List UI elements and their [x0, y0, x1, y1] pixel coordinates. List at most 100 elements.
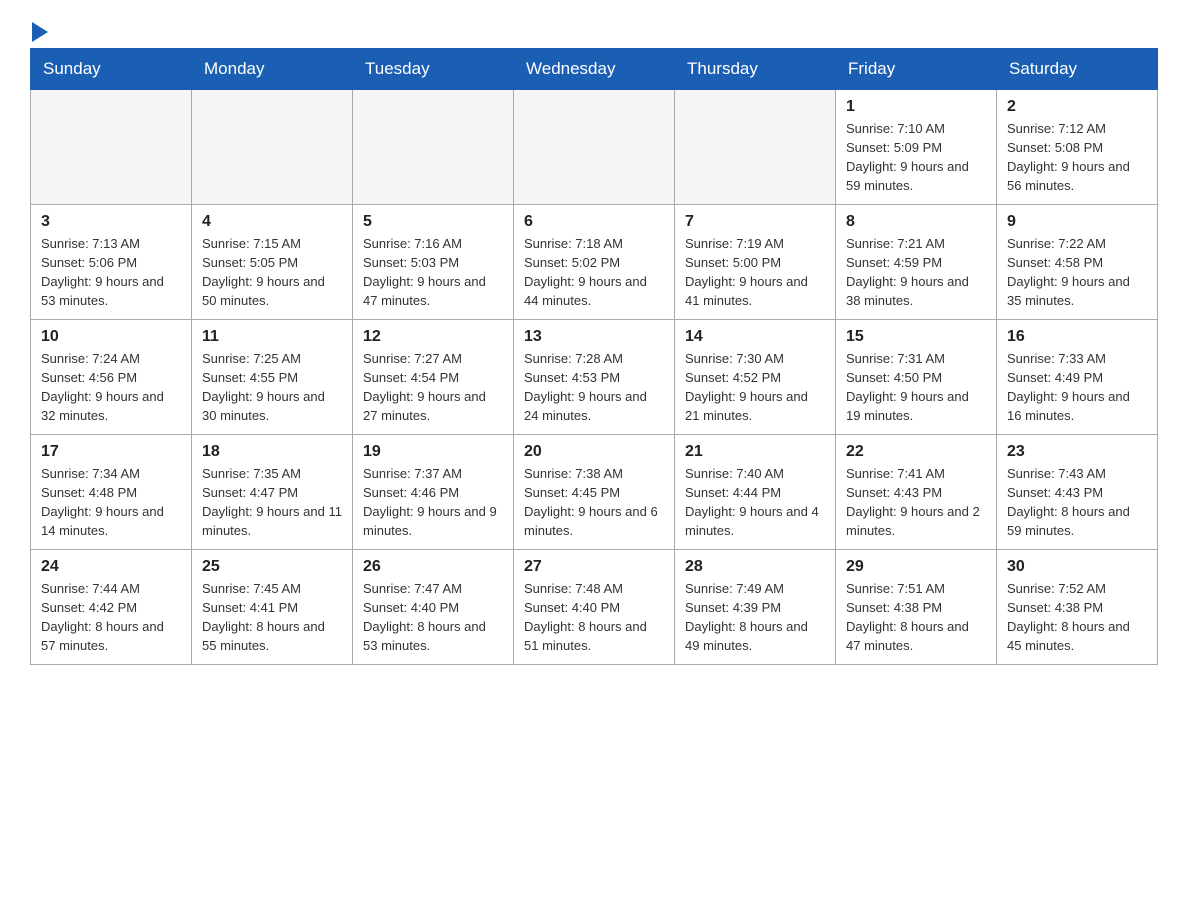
- day-info: Sunrise: 7:45 AM Sunset: 4:41 PM Dayligh…: [202, 580, 342, 655]
- calendar-day-cell: 14 Sunrise: 7:30 AM Sunset: 4:52 PM Dayli…: [675, 320, 836, 435]
- day-number: 9: [1007, 213, 1147, 231]
- calendar-table: SundayMondayTuesdayWednesdayThursdayFrid…: [30, 48, 1158, 665]
- calendar-day-cell: 19 Sunrise: 7:37 AM Sunset: 4:46 PM Dayli…: [353, 435, 514, 550]
- day-info: Sunrise: 7:22 AM Sunset: 4:58 PM Dayligh…: [1007, 235, 1147, 310]
- day-number: 12: [363, 328, 503, 346]
- day-info: Sunrise: 7:19 AM Sunset: 5:00 PM Dayligh…: [685, 235, 825, 310]
- calendar-day-cell: 25 Sunrise: 7:45 AM Sunset: 4:41 PM Dayli…: [192, 550, 353, 665]
- calendar-day-cell: 28 Sunrise: 7:49 AM Sunset: 4:39 PM Dayli…: [675, 550, 836, 665]
- calendar-day-cell: 24 Sunrise: 7:44 AM Sunset: 4:42 PM Dayli…: [31, 550, 192, 665]
- day-info: Sunrise: 7:41 AM Sunset: 4:43 PM Dayligh…: [846, 465, 986, 540]
- day-info: Sunrise: 7:37 AM Sunset: 4:46 PM Dayligh…: [363, 465, 503, 540]
- day-info: Sunrise: 7:40 AM Sunset: 4:44 PM Dayligh…: [685, 465, 825, 540]
- calendar-day-cell: 23 Sunrise: 7:43 AM Sunset: 4:43 PM Dayli…: [997, 435, 1158, 550]
- calendar-day-cell: 27Sunrise: 7:48 AM Sunset: 4:40 PM Dayli…: [514, 550, 675, 665]
- logo: [30, 20, 56, 38]
- day-info: Sunrise: 7:30 AM Sunset: 4:52 PM Dayligh…: [685, 350, 825, 425]
- day-info: Sunrise: 7:52 AM Sunset: 4:38 PM Dayligh…: [1007, 580, 1147, 655]
- calendar-week-row: 24 Sunrise: 7:44 AM Sunset: 4:42 PM Dayli…: [31, 550, 1158, 665]
- day-number: 15: [846, 328, 986, 346]
- day-number: 30: [1007, 558, 1147, 576]
- day-number: 11: [202, 328, 342, 346]
- day-info: Sunrise: 7:28 AM Sunset: 4:53 PM Dayligh…: [524, 350, 664, 425]
- day-info: Sunrise: 7:12 AM Sunset: 5:08 PM Dayligh…: [1007, 120, 1147, 195]
- logo-arrow-icon: [32, 22, 48, 42]
- calendar-day-cell: 20 Sunrise: 7:38 AM Sunset: 4:45 PM Dayli…: [514, 435, 675, 550]
- day-info: Sunrise: 7:18 AM Sunset: 5:02 PM Dayligh…: [524, 235, 664, 310]
- calendar-day-cell: 15 Sunrise: 7:31 AM Sunset: 4:50 PM Dayli…: [836, 320, 997, 435]
- day-number: 7: [685, 213, 825, 231]
- day-info: Sunrise: 7:24 AM Sunset: 4:56 PM Dayligh…: [41, 350, 181, 425]
- calendar-day-cell: 16Sunrise: 7:33 AM Sunset: 4:49 PM Dayli…: [997, 320, 1158, 435]
- day-info: Sunrise: 7:38 AM Sunset: 4:45 PM Dayligh…: [524, 465, 664, 540]
- day-info: Sunrise: 7:35 AM Sunset: 4:47 PM Dayligh…: [202, 465, 342, 540]
- weekday-header-cell: Tuesday: [353, 49, 514, 90]
- day-number: 26: [363, 558, 503, 576]
- day-number: 24: [41, 558, 181, 576]
- day-number: 4: [202, 213, 342, 231]
- calendar-day-cell: 7 Sunrise: 7:19 AM Sunset: 5:00 PM Daylig…: [675, 205, 836, 320]
- day-number: 17: [41, 443, 181, 461]
- page-header: [30, 20, 1158, 38]
- day-number: 14: [685, 328, 825, 346]
- day-number: 18: [202, 443, 342, 461]
- calendar-week-row: 1 Sunrise: 7:10 AM Sunset: 5:09 PM Daylig…: [31, 90, 1158, 205]
- calendar-day-cell: [675, 90, 836, 205]
- day-info: Sunrise: 7:31 AM Sunset: 4:50 PM Dayligh…: [846, 350, 986, 425]
- calendar-week-row: 3 Sunrise: 7:13 AM Sunset: 5:06 PM Daylig…: [31, 205, 1158, 320]
- calendar-day-cell: 11Sunrise: 7:25 AM Sunset: 4:55 PM Dayli…: [192, 320, 353, 435]
- calendar-day-cell: [514, 90, 675, 205]
- day-number: 8: [846, 213, 986, 231]
- day-number: 13: [524, 328, 664, 346]
- day-number: 1: [846, 98, 986, 116]
- day-info: Sunrise: 7:15 AM Sunset: 5:05 PM Dayligh…: [202, 235, 342, 310]
- calendar-day-cell: 26 Sunrise: 7:47 AM Sunset: 4:40 PM Dayli…: [353, 550, 514, 665]
- day-info: Sunrise: 7:34 AM Sunset: 4:48 PM Dayligh…: [41, 465, 181, 540]
- day-number: 29: [846, 558, 986, 576]
- calendar-day-cell: [192, 90, 353, 205]
- calendar-week-row: 10Sunrise: 7:24 AM Sunset: 4:56 PM Dayli…: [31, 320, 1158, 435]
- day-info: Sunrise: 7:47 AM Sunset: 4:40 PM Dayligh…: [363, 580, 503, 655]
- calendar-day-cell: 18 Sunrise: 7:35 AM Sunset: 4:47 PM Dayli…: [192, 435, 353, 550]
- calendar-day-cell: 29 Sunrise: 7:51 AM Sunset: 4:38 PM Dayli…: [836, 550, 997, 665]
- weekday-header-cell: Monday: [192, 49, 353, 90]
- day-info: Sunrise: 7:13 AM Sunset: 5:06 PM Dayligh…: [41, 235, 181, 310]
- day-info: Sunrise: 7:10 AM Sunset: 5:09 PM Dayligh…: [846, 120, 986, 195]
- weekday-header-cell: Thursday: [675, 49, 836, 90]
- calendar-day-cell: 8 Sunrise: 7:21 AM Sunset: 4:59 PM Daylig…: [836, 205, 997, 320]
- weekday-header-cell: Wednesday: [514, 49, 675, 90]
- weekday-header-cell: Sunday: [31, 49, 192, 90]
- day-number: 19: [363, 443, 503, 461]
- calendar-body: 1 Sunrise: 7:10 AM Sunset: 5:09 PM Daylig…: [31, 90, 1158, 665]
- calendar-day-cell: 5Sunrise: 7:16 AM Sunset: 5:03 PM Daylig…: [353, 205, 514, 320]
- calendar-day-cell: 1 Sunrise: 7:10 AM Sunset: 5:09 PM Daylig…: [836, 90, 997, 205]
- day-number: 2: [1007, 98, 1147, 116]
- calendar-day-cell: 22 Sunrise: 7:41 AM Sunset: 4:43 PM Dayli…: [836, 435, 997, 550]
- day-number: 28: [685, 558, 825, 576]
- day-info: Sunrise: 7:43 AM Sunset: 4:43 PM Dayligh…: [1007, 465, 1147, 540]
- day-info: Sunrise: 7:27 AM Sunset: 4:54 PM Dayligh…: [363, 350, 503, 425]
- calendar-day-cell: 3 Sunrise: 7:13 AM Sunset: 5:06 PM Daylig…: [31, 205, 192, 320]
- day-number: 27: [524, 558, 664, 576]
- day-info: Sunrise: 7:49 AM Sunset: 4:39 PM Dayligh…: [685, 580, 825, 655]
- day-number: 21: [685, 443, 825, 461]
- day-number: 3: [41, 213, 181, 231]
- calendar-day-cell: 10Sunrise: 7:24 AM Sunset: 4:56 PM Dayli…: [31, 320, 192, 435]
- weekday-header-cell: Saturday: [997, 49, 1158, 90]
- day-info: Sunrise: 7:16 AM Sunset: 5:03 PM Dayligh…: [363, 235, 503, 310]
- day-info: Sunrise: 7:44 AM Sunset: 4:42 PM Dayligh…: [41, 580, 181, 655]
- day-number: 23: [1007, 443, 1147, 461]
- day-info: Sunrise: 7:51 AM Sunset: 4:38 PM Dayligh…: [846, 580, 986, 655]
- calendar-day-cell: 9 Sunrise: 7:22 AM Sunset: 4:58 PM Daylig…: [997, 205, 1158, 320]
- calendar-day-cell: 2 Sunrise: 7:12 AM Sunset: 5:08 PM Daylig…: [997, 90, 1158, 205]
- calendar-day-cell: 21 Sunrise: 7:40 AM Sunset: 4:44 PM Dayli…: [675, 435, 836, 550]
- calendar-day-cell: [31, 90, 192, 205]
- calendar-day-cell: 13 Sunrise: 7:28 AM Sunset: 4:53 PM Dayli…: [514, 320, 675, 435]
- day-number: 20: [524, 443, 664, 461]
- calendar-day-cell: 17 Sunrise: 7:34 AM Sunset: 4:48 PM Dayli…: [31, 435, 192, 550]
- day-info: Sunrise: 7:21 AM Sunset: 4:59 PM Dayligh…: [846, 235, 986, 310]
- day-number: 22: [846, 443, 986, 461]
- day-number: 25: [202, 558, 342, 576]
- calendar-day-cell: 12 Sunrise: 7:27 AM Sunset: 4:54 PM Dayli…: [353, 320, 514, 435]
- day-number: 6: [524, 213, 664, 231]
